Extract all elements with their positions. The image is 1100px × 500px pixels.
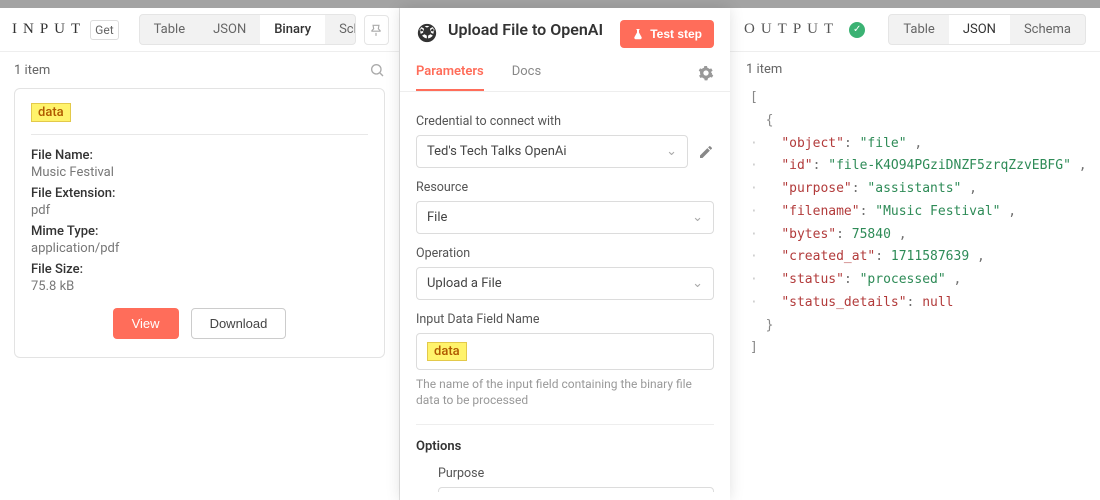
input-item-count: 1 item [14,63,50,78]
success-check-icon: ✓ [849,22,865,38]
tab-parameters[interactable]: Parameters [416,54,484,91]
view-button[interactable]: View [113,308,179,339]
credential-label: Credential to connect with [416,114,714,129]
test-step-button[interactable]: Test step [620,20,714,48]
resource-value: File [427,210,447,225]
file-ext-value: pdf [31,203,368,218]
flask-icon [632,28,644,40]
file-name-label: File Name: [31,148,368,163]
chevron-down-icon: ⌄ [692,276,703,291]
node-title: Upload File to OpenAI [448,20,603,40]
operation-value: Upload a File [427,276,502,291]
input-header: INPUT Get Table JSON Binary Schema [0,8,399,52]
openai-icon [416,22,438,44]
out-tab-json[interactable]: JSON [949,15,1010,44]
tab-binary[interactable]: Binary [260,15,325,44]
mime-type-value: application/pdf [31,241,368,256]
input-mode-select[interactable]: Get [90,20,118,40]
file-size-value: 75.8 kB [31,279,368,294]
file-size-label: File Size: [31,262,368,277]
output-header: OUTPUT ✓ Table JSON Schema [730,8,1100,52]
chevron-down-icon: ⌄ [666,144,677,159]
options-heading: Options [416,424,714,454]
tab-table[interactable]: Table [140,15,199,44]
tab-json[interactable]: JSON [199,15,260,44]
gear-icon[interactable] [698,65,714,81]
input-data-field-label: Input Data Field Name [416,312,714,327]
edit-credential-icon[interactable] [698,144,714,160]
credential-select[interactable]: Ted's Tech Talks OpenAi ⌄ [416,135,688,168]
binary-data-card: data File Name: Music Festival File Exte… [14,88,385,358]
purpose-select[interactable]: Assistants ⌄ [438,487,714,492]
out-tab-schema[interactable]: Schema [1010,15,1085,44]
output-view-tabs: Table JSON Schema [888,14,1086,45]
operation-select[interactable]: Upload a File ⌄ [416,267,714,300]
input-data-field-help: The name of the input field containing t… [416,376,714,408]
pin-button[interactable] [364,15,389,45]
resource-select[interactable]: File ⌄ [416,201,714,234]
resource-label: Resource [416,180,714,195]
test-step-label: Test step [650,27,702,41]
input-panel-label: INPUT [10,17,92,42]
output-item-count: 1 item [730,52,1100,87]
input-data-field-value: data [427,342,467,361]
file-ext-label: File Extension: [31,186,368,201]
download-button[interactable]: Download [191,308,287,339]
tab-schema[interactable]: Schema [325,15,356,44]
file-name-value: Music Festival [31,165,368,180]
input-view-tabs: Table JSON Binary Schema [139,14,356,45]
input-data-field-input[interactable]: data [416,333,714,370]
mime-type-label: Mime Type: [31,224,368,239]
operation-label: Operation [416,246,714,261]
output-json-viewer[interactable]: [ { · "object": "file" , · "id": "file-K… [730,87,1100,380]
purpose-label: Purpose [438,466,714,481]
tab-docs[interactable]: Docs [512,54,541,91]
credential-value: Ted's Tech Talks OpenAi [427,144,567,159]
output-panel-label: OUTPUT [744,21,839,38]
chevron-down-icon: ⌄ [692,210,703,225]
data-field-tag: data [31,103,71,122]
out-tab-table[interactable]: Table [889,15,948,44]
search-icon[interactable] [369,62,385,78]
